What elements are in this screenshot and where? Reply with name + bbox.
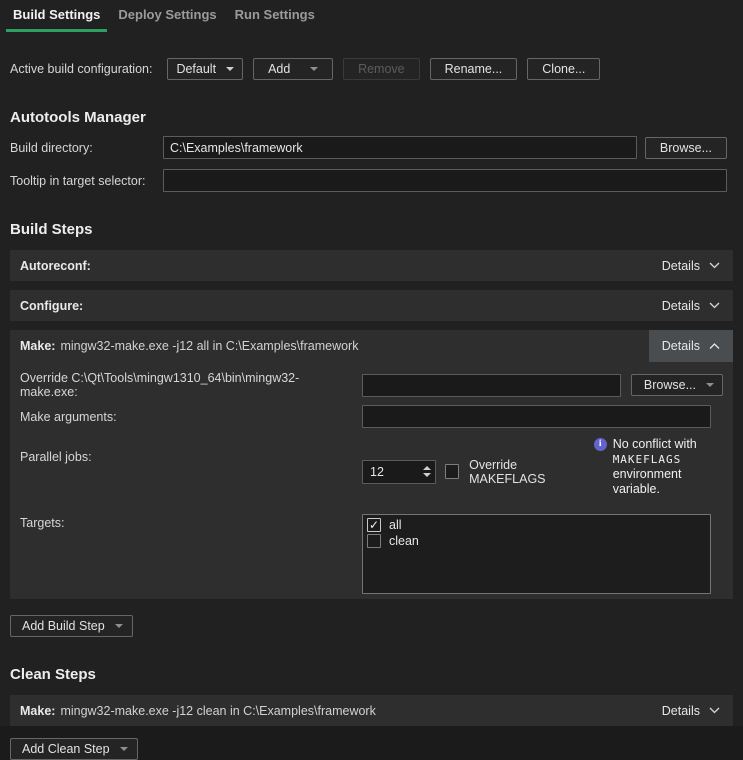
dropdown-arrow-icon	[706, 383, 714, 387]
tooltip-selector-label: Tooltip in target selector:	[10, 174, 155, 188]
details-label: Details	[662, 299, 700, 313]
build-directory-input[interactable]	[163, 136, 637, 159]
add-build-step-button[interactable]: Add Build Step	[10, 615, 133, 637]
chevron-up-icon	[709, 343, 720, 350]
target-all-label: all	[389, 518, 402, 532]
info-text-before: No conflict with	[613, 437, 697, 451]
active-configuration-label: Active build configuration:	[10, 62, 152, 76]
autoreconf-step-bar: Autoreconf: Details	[10, 250, 733, 281]
spinner-arrows[interactable]	[418, 461, 435, 483]
details-label: Details	[662, 704, 700, 718]
chevron-down-icon	[709, 262, 720, 269]
target-all-checkbox[interactable]: ✓	[367, 518, 381, 532]
override-make-input[interactable]	[362, 374, 621, 397]
build-directory-browse-button[interactable]: Browse...	[645, 137, 727, 159]
override-make-row: Override C:\Qt\Tools\mingw1310_64\bin\mi…	[20, 371, 723, 399]
make-arguments-input[interactable]	[362, 405, 711, 428]
configure-step-bar: Configure: Details	[10, 290, 733, 321]
parallel-jobs-spinner[interactable]: 12	[362, 460, 436, 484]
active-configuration-row: Active build configuration: Default Add …	[10, 58, 733, 80]
make-step-panel: Make: mingw32-make.exe -j12 all in C:\Ex…	[10, 330, 733, 599]
make-step-summary: mingw32-make.exe -j12 all in C:\Examples…	[60, 339, 358, 353]
tab-deploy-settings[interactable]: Deploy Settings	[111, 0, 223, 32]
autoreconf-details-button[interactable]: Details	[649, 250, 733, 281]
remove-configuration-button[interactable]: Remove	[343, 58, 420, 80]
make-step-details: Override C:\Qt\Tools\mingw1310_64\bin\mi…	[10, 362, 733, 599]
targets-listbox[interactable]: ✓ all ✓ clean	[362, 514, 711, 594]
override-make-label: Override C:\Qt\Tools\mingw1310_64\bin\mi…	[20, 371, 352, 399]
configuration-combobox[interactable]: Default	[167, 58, 243, 80]
build-steps-heading: Build Steps	[10, 221, 733, 238]
configure-details-button[interactable]: Details	[649, 290, 733, 321]
details-label: Details	[662, 259, 700, 273]
add-configuration-button[interactable]: Add	[253, 58, 333, 80]
clean-make-details-button[interactable]: Details	[649, 695, 733, 726]
add-configuration-label: Add	[268, 62, 290, 76]
spin-down-icon[interactable]	[423, 473, 431, 477]
make-step-title: Make:	[20, 339, 55, 353]
targets-label: Targets:	[20, 516, 352, 530]
dropdown-arrow-icon	[120, 747, 128, 751]
info-text-mono: MAKEFLAGS	[613, 453, 682, 466]
settings-tabbar: Build Settings Deploy Settings Run Setti…	[0, 0, 743, 32]
add-clean-step-button[interactable]: Add Clean Step	[10, 738, 138, 760]
autotools-manager-heading: Autotools Manager	[10, 109, 733, 126]
info-icon: i	[594, 438, 607, 451]
clean-make-step-summary: mingw32-make.exe -j12 clean in C:\Exampl…	[60, 704, 375, 718]
clone-configuration-button[interactable]: Clone...	[527, 58, 600, 80]
makeflags-info-text: No conflict with MAKEFLAGS environment v…	[613, 437, 723, 497]
info-text-after: environment variable.	[613, 467, 682, 496]
parallel-jobs-field: 12 ✓ Override MAKEFLAGS i No conflict wi…	[362, 446, 723, 497]
makeflags-info-note: i No conflict with MAKEFLAGS environment…	[594, 437, 723, 497]
build-directory-label: Build directory:	[10, 141, 155, 155]
autoreconf-step-title: Autoreconf:	[20, 259, 91, 273]
target-clean-checkbox[interactable]: ✓	[367, 534, 381, 548]
spin-up-icon[interactable]	[423, 466, 431, 470]
chevron-down-icon	[709, 707, 720, 714]
make-arguments-label: Make arguments:	[20, 410, 352, 424]
target-item-all[interactable]: ✓ all	[367, 517, 706, 533]
tooltip-selector-input[interactable]	[163, 169, 727, 192]
rename-configuration-button[interactable]: Rename...	[430, 58, 518, 80]
override-makeflags-label: Override MAKEFLAGS	[469, 458, 585, 486]
override-makeflags-checkbox[interactable]: ✓	[445, 464, 459, 479]
checkmark-icon: ✓	[369, 519, 379, 531]
tab-run-settings[interactable]: Run Settings	[228, 0, 322, 32]
chevron-down-icon	[709, 302, 720, 309]
targets-row: Targets: ✓ all ✓ clean	[20, 514, 723, 594]
configuration-combobox-value: Default	[176, 62, 216, 76]
target-clean-label: clean	[389, 534, 419, 548]
tooltip-selector-row: Tooltip in target selector:	[10, 169, 733, 192]
parallel-jobs-label: Parallel jobs:	[20, 450, 352, 464]
parallel-jobs-value: 12	[363, 461, 418, 483]
dropdown-arrow-icon	[310, 67, 318, 71]
make-arguments-row: Make arguments:	[20, 405, 723, 428]
tab-build-settings[interactable]: Build Settings	[6, 0, 107, 32]
configure-step-title: Configure:	[20, 299, 83, 313]
clean-make-step-bar: Make: mingw32-make.exe -j12 clean in C:\…	[10, 695, 733, 726]
target-item-clean[interactable]: ✓ clean	[367, 533, 706, 549]
browse-label: Browse...	[644, 378, 696, 392]
add-build-step-label: Add Build Step	[22, 619, 105, 633]
details-label: Details	[662, 339, 700, 353]
dropdown-arrow-icon	[115, 624, 123, 628]
add-clean-step-label: Add Clean Step	[22, 742, 110, 756]
override-make-browse-button[interactable]: Browse...	[631, 374, 723, 396]
make-details-button[interactable]: Details	[649, 330, 733, 362]
clean-steps-heading: Clean Steps	[10, 666, 733, 683]
clean-make-step-title: Make:	[20, 704, 55, 718]
chevron-down-icon	[226, 67, 234, 71]
parallel-jobs-row: Parallel jobs: 12 ✓ Override MAKEFLAGS i	[20, 444, 723, 497]
build-directory-row: Build directory: Browse...	[10, 136, 733, 159]
build-settings-page: { "colors": { "page_bg": "#212121", "pan…	[0, 0, 743, 726]
make-step-bar: Make: mingw32-make.exe -j12 all in C:\Ex…	[10, 330, 733, 362]
